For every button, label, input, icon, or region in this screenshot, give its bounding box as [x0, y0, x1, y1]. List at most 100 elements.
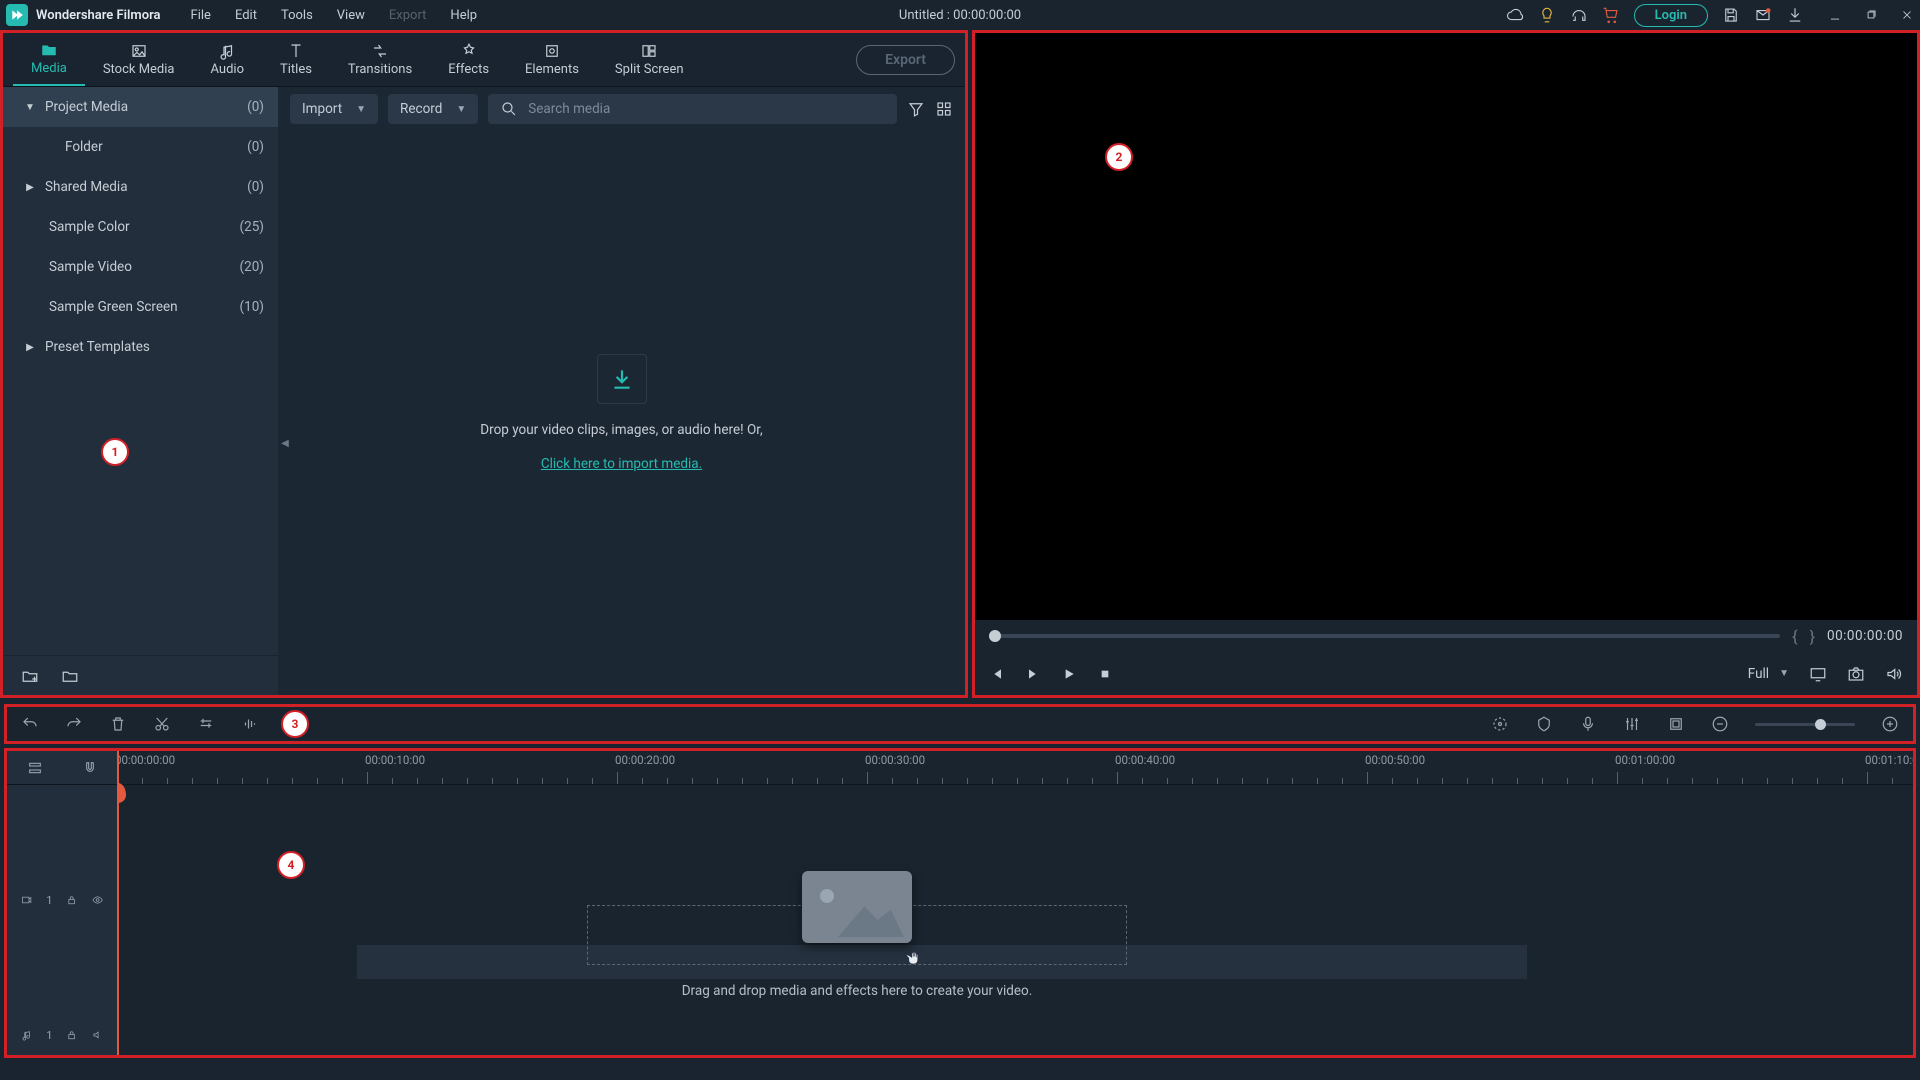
- timeline-drop-caption: Drag and drop media and effects here to …: [457, 983, 1257, 999]
- headphones-icon[interactable]: [1570, 6, 1588, 24]
- menu-file[interactable]: File: [191, 8, 211, 23]
- tree-item-sample-color[interactable]: Sample Color(25): [3, 207, 278, 247]
- tree-item-preset-templates[interactable]: ▶Preset Templates: [3, 327, 278, 367]
- voiceover-icon[interactable]: [1579, 715, 1597, 733]
- annotation-1: 1: [101, 438, 129, 466]
- zoom-out-icon[interactable]: [1711, 715, 1729, 733]
- preview-scrubber[interactable]: [989, 634, 1780, 638]
- lightbulb-icon[interactable]: [1538, 6, 1556, 24]
- search-input-wrap[interactable]: [488, 94, 897, 124]
- menu-view[interactable]: View: [337, 8, 365, 23]
- video-track-icon: [21, 893, 32, 907]
- snapshot-icon[interactable]: [1847, 665, 1865, 683]
- import-dropdown[interactable]: Import▼: [290, 94, 378, 124]
- timeline-ruler[interactable]: 00:00:00:00 00:00:10:00 00:00:20:00 00:00:3…: [117, 751, 1913, 785]
- download-icon[interactable]: [1786, 6, 1804, 24]
- marker-icon[interactable]: [1535, 715, 1553, 733]
- tree-item-sample-green-screen[interactable]: Sample Green Screen(10): [3, 287, 278, 327]
- tab-audio[interactable]: Audio: [193, 33, 262, 86]
- lock-icon[interactable]: [66, 893, 77, 907]
- import-link[interactable]: Click here to import media.: [541, 456, 702, 472]
- audio-adjust-icon[interactable]: [241, 715, 259, 733]
- search-input[interactable]: [528, 101, 885, 117]
- maximize-icon[interactable]: [1864, 8, 1878, 22]
- mixer-icon[interactable]: [1623, 715, 1641, 733]
- cut-icon[interactable]: [153, 715, 171, 733]
- speaker-icon[interactable]: [92, 1028, 103, 1042]
- crop-icon[interactable]: [1667, 715, 1685, 733]
- menu-tools[interactable]: Tools: [281, 8, 313, 23]
- eye-icon[interactable]: [92, 893, 103, 907]
- chevron-down-icon: ▼: [1779, 668, 1789, 679]
- menu-edit[interactable]: Edit: [235, 8, 257, 23]
- chevron-down-icon: ▼: [456, 104, 466, 115]
- tab-titles[interactable]: Titles: [262, 33, 330, 86]
- drop-hint-text: Drop your video clips, images, or audio …: [480, 422, 762, 438]
- cloud-icon[interactable]: [1506, 6, 1524, 24]
- grid-view-icon[interactable]: [935, 100, 953, 118]
- ruler-label: 00:00:50:00: [1365, 753, 1425, 767]
- playhead[interactable]: [117, 751, 119, 1055]
- scrubber-thumb[interactable]: [989, 630, 1001, 642]
- login-button[interactable]: Login: [1634, 4, 1708, 27]
- volume-icon[interactable]: [1885, 665, 1903, 683]
- track-options-icon[interactable]: [27, 760, 43, 776]
- document-title: Untitled : 00:00:00:00: [899, 8, 1021, 23]
- grab-cursor-icon: [905, 949, 923, 967]
- record-label: Record: [400, 101, 442, 117]
- app-name: Wondershare Filmora: [36, 8, 161, 23]
- menu-export: Export: [389, 8, 427, 23]
- next-frame-icon[interactable]: [1025, 666, 1041, 682]
- minimize-icon[interactable]: [1828, 8, 1842, 22]
- ruler-label: 00:01:10:00: [1865, 753, 1913, 767]
- save-icon[interactable]: [1722, 6, 1740, 24]
- tab-media[interactable]: Media: [13, 33, 85, 86]
- render-icon[interactable]: [1491, 715, 1509, 733]
- tab-split-screen[interactable]: Split Screen: [597, 33, 702, 86]
- message-icon[interactable]: [1754, 6, 1772, 24]
- lock-icon[interactable]: [66, 1028, 77, 1042]
- ruler-label: 00:00:00:00: [117, 753, 175, 767]
- display-icon[interactable]: [1809, 665, 1827, 683]
- quality-dropdown[interactable]: Full▼: [1748, 666, 1789, 682]
- preview-canvas[interactable]: [975, 33, 1917, 620]
- export-button[interactable]: Export: [856, 45, 955, 75]
- adjust-icon[interactable]: [197, 715, 215, 733]
- tree-item-sample-video[interactable]: Sample Video(20): [3, 247, 278, 287]
- zoom-in-icon[interactable]: [1881, 715, 1899, 733]
- menu-help[interactable]: Help: [450, 8, 477, 23]
- tab-transitions[interactable]: Transitions: [330, 33, 430, 86]
- mark-in-icon[interactable]: {: [1792, 627, 1797, 646]
- tree-item-folder[interactable]: Folder(0): [3, 127, 278, 167]
- tree-item-project-media[interactable]: ▼Project Media(0): [3, 87, 278, 127]
- audio-track-header[interactable]: 1: [7, 1015, 117, 1055]
- ruler-label: 00:00:10:00: [365, 753, 425, 767]
- annotation-4: 4: [277, 851, 305, 879]
- mark-out-icon[interactable]: }: [1810, 627, 1815, 646]
- magnet-icon[interactable]: [82, 760, 98, 776]
- ruler-label: 00:00:30:00: [865, 753, 925, 767]
- cart-icon[interactable]: [1602, 6, 1620, 24]
- prev-frame-icon[interactable]: [989, 666, 1005, 682]
- ruler-label: 00:01:00:00: [1615, 753, 1675, 767]
- zoom-thumb[interactable]: [1815, 719, 1826, 730]
- stop-icon[interactable]: [1097, 666, 1113, 682]
- video-track-header[interactable]: 1: [7, 850, 117, 950]
- open-folder-icon[interactable]: [61, 667, 79, 685]
- zoom-slider[interactable]: [1755, 723, 1855, 726]
- ruler-label: 00:00:20:00: [615, 753, 675, 767]
- tab-effects[interactable]: Effects: [430, 33, 507, 86]
- tab-elements[interactable]: Elements: [507, 33, 597, 86]
- record-dropdown[interactable]: Record ▼: [388, 94, 478, 124]
- annotation-2: 2: [1105, 143, 1133, 171]
- new-folder-icon[interactable]: [21, 667, 39, 685]
- play-icon[interactable]: [1061, 666, 1077, 682]
- filter-icon[interactable]: [907, 100, 925, 118]
- redo-icon[interactable]: [65, 715, 83, 733]
- media-drop-area[interactable]: Drop your video clips, images, or audio …: [278, 131, 965, 695]
- close-icon[interactable]: [1900, 8, 1914, 22]
- delete-icon[interactable]: [109, 715, 127, 733]
- undo-icon[interactable]: [21, 715, 39, 733]
- tree-item-shared-media[interactable]: ▶Shared Media(0): [3, 167, 278, 207]
- tab-stock-media[interactable]: Stock Media: [85, 33, 193, 86]
